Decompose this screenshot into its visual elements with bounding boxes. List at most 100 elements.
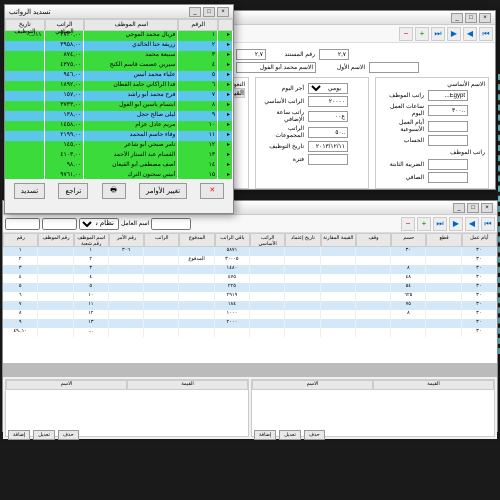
rate-input[interactable] <box>308 111 348 122</box>
table-row[interactable]: ٣٠٦٢٥٢٩١٩١٠٦ <box>3 292 497 301</box>
tax-input[interactable] <box>428 159 468 170</box>
table-row[interactable]: ▸١٥أنيس سحنون الترك٩٧٦١,٠٠ <box>5 171 233 179</box>
table-row[interactable]: ▸١٠مريم عادل عزام١٤٥٨,٠٠ <box>5 121 233 131</box>
close-icon[interactable]: × <box>217 7 229 17</box>
base-input[interactable] <box>308 96 348 107</box>
prev-icon[interactable]: ◀ <box>463 27 477 41</box>
min-icon[interactable]: _ <box>451 13 463 23</box>
table-row[interactable]: ▸٧فرح محمد أبو راشد١٥٧,٠٠ <box>5 91 233 101</box>
date-input[interactable] <box>308 141 348 152</box>
col-header[interactable]: رقم <box>3 233 38 247</box>
days-input[interactable] <box>428 121 468 132</box>
delete-button[interactable]: حذف <box>304 430 325 440</box>
table-row[interactable]: ٣٠...١٠..٤٩ <box>3 328 497 337</box>
col-header[interactable]: تاريخ إعتماد <box>285 233 320 247</box>
hrs-input[interactable] <box>428 105 468 116</box>
delete-button[interactable]: حذف <box>58 430 79 440</box>
table-row[interactable]: ▸١فريال محمد الموجي٣٧٢٠,٠٠١١/... <box>5 31 233 41</box>
table-row[interactable]: ▸١٢تامر صبحي أبو شاعر١٤٥,٠٠ <box>5 141 233 151</box>
wname-input[interactable] <box>151 218 191 230</box>
add-button[interactable]: إضافة <box>254 430 276 440</box>
close-icon[interactable]: × <box>479 13 491 23</box>
table-row[interactable]: ▸١٤أصف مصطفى أبو القيعان٩٨,٠٠ <box>5 161 233 171</box>
close-icon[interactable]: × <box>481 203 493 213</box>
fname-input[interactable] <box>369 62 419 73</box>
table-row[interactable]: ▸١٣القسام عبد الستار الأحمد٤١٠٣,٠٠ <box>5 151 233 161</box>
table-row[interactable]: ▸٦فدا الراكاني حامد القطان١٨٩٢,٠٠ <box>5 81 233 91</box>
min-icon[interactable]: _ <box>189 7 201 17</box>
first-icon[interactable]: ⏮ <box>479 27 493 41</box>
table-row[interactable]: ٣٠٤٨٤٧٥٤٤ <box>3 274 497 283</box>
add-button[interactable]: إضافة <box>8 430 30 440</box>
add-icon[interactable]: + <box>415 27 429 41</box>
col-header[interactable]: وقف <box>356 233 391 247</box>
net-input[interactable] <box>428 172 468 183</box>
table-row[interactable]: ▸٤سيرين عصمت قاسم الكنج٤٣٧٥,٠٠ <box>5 61 233 71</box>
sys-select[interactable]: نظام شهري <box>79 218 119 230</box>
col-header[interactable]: اسم الموظف رقم شعبة <box>74 233 109 247</box>
sec-input[interactable] <box>308 154 348 165</box>
col-header[interactable]: حسم <box>391 233 426 247</box>
table-row[interactable]: ▸٣سبيعة محمد٨٧٤,٠٠ <box>5 51 233 61</box>
table-row[interactable]: ▸٢زريفة حنا الخالدي٣٩٥٨,٠٠ <box>5 41 233 51</box>
table-row[interactable]: ٣٠٥٤٢٢٥٥٥ <box>3 283 497 292</box>
table-row[interactable]: ▸١١وفاء جاسم المحمد٢١٩٩,٠٠ <box>5 131 233 141</box>
table-row[interactable]: ٣٠٧٥١٨٤١١٧ <box>3 301 497 310</box>
records-grid[interactable]: أيام عملقطعحسموقفالقيمة المقارنةتاريخ إع… <box>3 233 497 363</box>
max-icon[interactable]: □ <box>467 203 479 213</box>
stype-select[interactable]: يومي <box>308 83 348 94</box>
delete-icon[interactable]: − <box>399 27 413 41</box>
last-icon[interactable]: ⏭ <box>431 27 445 41</box>
col-header[interactable]: قطع <box>426 233 461 247</box>
last-icon[interactable]: ⏭ <box>433 217 447 231</box>
max-icon[interactable]: □ <box>465 13 477 23</box>
lname-input[interactable] <box>236 62 316 73</box>
doc-num-input[interactable] <box>319 49 349 60</box>
prev-icon[interactable]: ◀ <box>465 217 479 231</box>
table-row[interactable]: ٣٠٢٠٠٠١٣٩ <box>3 319 497 328</box>
save-button[interactable]: تسديد <box>14 183 46 199</box>
num-input[interactable] <box>236 49 266 60</box>
titlebar[interactable]: × □ _ تسديد الرواتب <box>5 5 233 19</box>
from-input[interactable] <box>42 218 77 230</box>
delete-icon[interactable]: − <box>401 217 415 231</box>
table-row[interactable]: ▸٥علياء محمد أنيس٩٤٦,٠٠ <box>5 71 233 81</box>
min-icon[interactable]: _ <box>453 203 465 213</box>
table-row[interactable]: ٣٠٣٠٥٨٧١٣٠٦١١ <box>3 247 497 256</box>
table-row[interactable]: ٣٠٨١٠٠٠١٢٨ <box>3 310 497 319</box>
table-row[interactable]: ٣٠٣٠٠٠٥المدفوع٢٢ <box>3 256 497 265</box>
col-header[interactable] <box>218 19 233 31</box>
edit-button[interactable]: تعديل <box>279 430 301 440</box>
table-row[interactable]: ▸٨ابتسام ياسين أبو الفول٣٧٣٣,٠٠ <box>5 101 233 111</box>
col-header[interactable]: الراتب الأساسي <box>250 233 285 247</box>
col-header[interactable]: تاريخ التوظيف <box>5 19 45 31</box>
col-header[interactable]: الرقم <box>178 19 218 31</box>
close-button[interactable]: ✕ <box>200 183 224 199</box>
table-row[interactable]: ▸٩ليلى صالح حجل١٣٨,٠٠ <box>5 111 233 121</box>
print-button[interactable]: 🖶 <box>102 183 126 199</box>
to-input[interactable] <box>5 218 40 230</box>
col-header[interactable]: الراتب <box>144 233 179 247</box>
orders-button[interactable]: تغيير الأوامر <box>139 183 187 199</box>
first-icon[interactable]: ⏮ <box>481 217 495 231</box>
table-row[interactable]: ٣٠٨١٤٨٠٣٣ <box>3 265 497 274</box>
next-icon[interactable]: ▶ <box>449 217 463 231</box>
edit-button[interactable]: تعديل <box>33 430 55 440</box>
next-icon[interactable]: ▶ <box>447 27 461 41</box>
grp-input[interactable] <box>308 127 348 138</box>
add-icon[interactable]: + <box>417 217 431 231</box>
col-header[interactable]: القيمة المقارنة <box>321 233 356 247</box>
max-icon[interactable]: □ <box>203 7 215 17</box>
undo-button[interactable]: تراجع <box>58 183 88 199</box>
col-header[interactable]: رقم الأمر <box>109 233 144 247</box>
salary-grid[interactable]: الرقماسم الموظفالراتب الصافيتاريخ التوظي… <box>5 19 233 179</box>
bottom-panel-left: القيمةالاسم حذف تعديل إضافة <box>251 379 495 437</box>
col-header[interactable]: المدفوع <box>179 233 214 247</box>
col-header[interactable]: باقي الراتب <box>215 233 250 247</box>
cur-input[interactable] <box>428 90 468 101</box>
acc-input[interactable] <box>428 135 468 146</box>
col-header[interactable]: أيام عمل <box>462 233 497 247</box>
col-header[interactable]: اسم الموظف <box>84 19 178 31</box>
col-header[interactable]: رقم الموظف <box>38 233 73 247</box>
col-header[interactable]: الراتب الصافي <box>45 19 85 31</box>
